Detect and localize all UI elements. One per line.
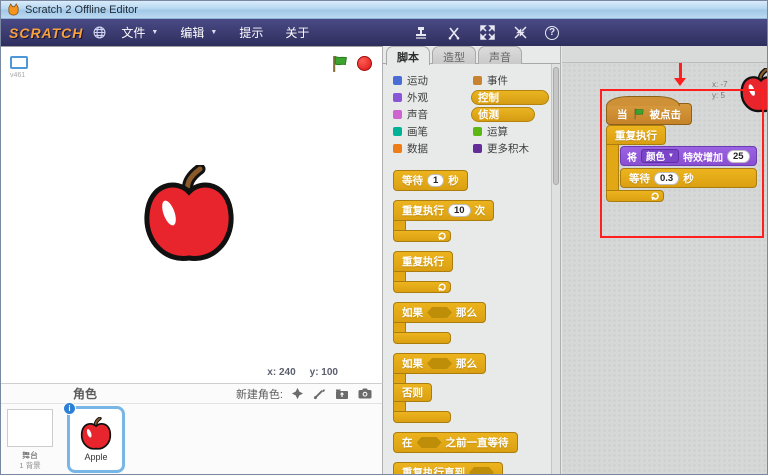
if-else-block[interactable]: 如果 那么 否则 <box>393 353 518 423</box>
loop-arrow-icon <box>437 282 447 293</box>
category-pen[interactable]: 画笔 <box>391 124 469 139</box>
category-events[interactable]: 事件 <box>471 73 549 88</box>
tab-costumes[interactable]: 造型 <box>432 46 476 64</box>
wait-block-script[interactable]: 等待 0.3 秒 <box>620 168 757 188</box>
boolean-slot[interactable] <box>417 437 442 448</box>
category-swatch <box>393 144 402 153</box>
category-looks[interactable]: 外观 <box>391 90 469 105</box>
scratch-editor-window: Scratch 2 Offline Editor SCRATCH 文件 编辑 提… <box>0 0 768 475</box>
loop-arrow-icon <box>650 191 660 202</box>
camera-sprite-icon[interactable] <box>358 387 372 400</box>
sprite-name-label: Apple <box>84 452 107 462</box>
category-swatch <box>393 76 402 85</box>
category-sensing[interactable]: 侦测 <box>471 107 535 122</box>
menu-file[interactable]: 文件 <box>110 19 169 46</box>
palette-scrollbar-thumb[interactable] <box>553 67 559 185</box>
category-swatch <box>393 127 402 136</box>
scratch-logo[interactable]: SCRATCH <box>9 25 83 41</box>
repeat-until-block[interactable]: 重复执行直到 <box>393 462 518 475</box>
category-operators[interactable]: 运算 <box>471 124 549 139</box>
sprite-info-icon[interactable]: i <box>63 402 76 415</box>
cursor-toolbar: ? <box>413 19 559 46</box>
apple-sprite-on-stage[interactable] <box>139 165 239 265</box>
tab-sounds[interactable]: 声音 <box>478 46 522 64</box>
stage: v461 x: 240 y: 100 <box>1 46 383 383</box>
mouse-coords: x: 240 y: 100 <box>267 367 338 378</box>
category-swatch <box>473 127 482 136</box>
shrink-icon[interactable] <box>512 25 528 41</box>
palette-scrollbar[interactable] <box>551 64 560 475</box>
block-palette-panel: 脚本 造型 声音 运动 外观 声音 画笔 数据 <box>383 46 561 475</box>
small-stage-toggle-icon[interactable] <box>10 56 28 69</box>
block-list: 等待 1 秒 重复执行 10 次 重复执行 <box>393 170 518 475</box>
sprite-list: 舞台 1 背景 i Apple <box>1 404 382 475</box>
stage-thumbnail[interactable] <box>7 409 53 447</box>
category-more-blocks[interactable]: 更多积木 <box>471 141 549 156</box>
wait-value-slot[interactable]: 0.3 <box>654 172 679 185</box>
category-control[interactable]: 控制 <box>471 90 549 105</box>
script-area-header <box>562 46 767 63</box>
menubar: SCRATCH 文件 编辑 提示 关于 ? <box>1 19 767 46</box>
duplicate-icon[interactable] <box>413 25 429 41</box>
forever-block-script[interactable]: 重复执行 将 颜色 特效增加 25 等待 0.3 秒 <box>606 125 757 202</box>
boolean-slot[interactable] <box>469 467 494 475</box>
readout-x: x: -7 <box>712 79 728 90</box>
menu-about[interactable]: 关于 <box>274 19 320 46</box>
repeat-block[interactable]: 重复执行 10 次 <box>393 200 518 242</box>
upload-sprite-icon[interactable] <box>335 387 349 400</box>
repeat-value-slot[interactable]: 10 <box>448 204 471 217</box>
category-swatch <box>473 144 482 153</box>
wait-until-block[interactable]: 在 之前一直等待 <box>393 432 518 453</box>
sprite-panel: 角色 新建角色: 舞台 1 背景 i <box>1 383 383 475</box>
help-icon[interactable]: ? <box>545 26 559 40</box>
category-sound[interactable]: 声音 <box>391 107 469 122</box>
green-flag-icon <box>633 108 645 120</box>
category-swatch <box>393 110 402 119</box>
category-swatch <box>473 76 482 85</box>
sprite-thumbnail-apple[interactable]: i Apple <box>67 406 125 473</box>
script-stack[interactable]: 当 被点击 重复执行 将 颜色 特效增加 25 <box>606 93 757 202</box>
forever-block[interactable]: 重复执行 <box>393 251 518 293</box>
script-area: x: -7 y: 5 当 被点击 重复执行 将 颜色 <box>562 63 768 475</box>
boolean-slot[interactable] <box>427 307 452 318</box>
tab-scripts[interactable]: 脚本 <box>386 46 430 65</box>
coord-x: x: 240 <box>267 367 295 378</box>
grow-icon[interactable] <box>479 25 495 41</box>
category-list: 运动 外观 声音 画笔 数据 事件 控制 <box>391 72 549 157</box>
menu-tips[interactable]: 提示 <box>228 19 274 46</box>
editor-tabs: 脚本 造型 声音 <box>386 46 522 65</box>
boolean-slot[interactable] <box>427 358 452 369</box>
stage-backdrop-count: 1 背景 <box>7 460 53 471</box>
when-flag-clicked-block[interactable]: 当 被点击 <box>606 103 692 125</box>
change-effect-block[interactable]: 将 颜色 特效增加 25 <box>620 146 757 166</box>
annotation-arrow <box>674 63 686 86</box>
delete-icon[interactable] <box>446 25 462 41</box>
version-label: v461 <box>10 72 25 79</box>
category-swatch <box>393 93 402 102</box>
if-then-block[interactable]: 如果 那么 <box>393 302 518 344</box>
sprite-library-icon[interactable] <box>291 387 304 400</box>
effect-value-slot[interactable]: 25 <box>727 150 750 163</box>
window-title: Scratch 2 Offline Editor <box>25 4 138 16</box>
scratch-cat-icon <box>7 3 20 16</box>
effect-dropdown[interactable]: 颜色 <box>641 149 679 163</box>
new-sprite-label: 新建角色: <box>236 386 283 402</box>
language-globe-icon[interactable] <box>93 26 106 39</box>
green-flag-button[interactable] <box>331 55 349 73</box>
new-sprite-buttons <box>291 387 372 400</box>
wait-value-slot[interactable]: 1 <box>427 174 444 187</box>
coord-y: y: 100 <box>310 367 338 378</box>
stop-button[interactable] <box>357 56 372 71</box>
titlebar: Scratch 2 Offline Editor <box>1 1 767 19</box>
loop-arrow-icon <box>437 231 447 242</box>
sprites-header-label: 角色 <box>73 385 97 402</box>
menu-edit[interactable]: 编辑 <box>169 19 228 46</box>
wait-block[interactable]: 等待 1 秒 <box>393 170 468 191</box>
category-data[interactable]: 数据 <box>391 141 469 156</box>
category-motion[interactable]: 运动 <box>391 73 469 88</box>
paint-sprite-icon[interactable] <box>313 387 326 400</box>
sprite-panel-header: 角色 新建角色: <box>1 384 382 404</box>
